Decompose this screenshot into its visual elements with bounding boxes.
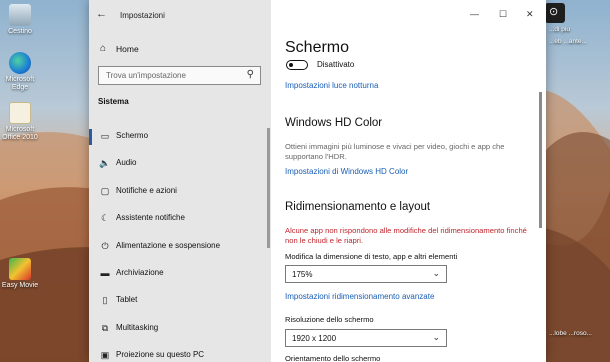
tablet-icon: ▯ [102, 295, 108, 306]
advanced-scaling-link[interactable]: Impostazioni ridimensionamento avanzate [285, 292, 434, 301]
projection-icon: ▣ [100, 350, 110, 361]
power-icon: ⏻ [101, 240, 109, 251]
desktop-icon-easy-movie[interactable]: Easy Movie [0, 258, 42, 290]
sidebar-item-label: Schermo [116, 131, 149, 140]
main-content: — ☐ ✕ Schermo Disattivato Impostazioni l… [271, 0, 546, 362]
sidebar-item-label: Multitasking [116, 322, 159, 332]
sidebar-item-assistente[interactable]: ☾ Assistente notifiche [89, 206, 271, 233]
monitor-icon: ▭ [100, 131, 110, 141]
storage-icon: ▬ [100, 267, 110, 278]
home-link[interactable]: ⌂ Home [89, 39, 271, 59]
scale-value: 175% [292, 270, 313, 279]
sidebar-item-label: Audio [116, 158, 137, 168]
sidebar-item-label: Alimentazione e sospensione [116, 240, 221, 250]
scaling-warning: Alcune app non rispondono alle modifiche… [285, 226, 527, 245]
multitasking-icon: ⧉ [101, 322, 109, 333]
resolution-value: 1920 x 1200 [292, 334, 337, 343]
desktop-icon-label: Easy Movie [1, 282, 39, 289]
night-light-settings-link[interactable]: Impostazioni luce notturna [285, 81, 378, 90]
resolution-label: Risoluzione dello schermo [285, 315, 374, 324]
sidebar-item-archiviazione[interactable]: ▬ Archiviazione [89, 261, 271, 288]
sidebar-item-label: Archiviazione [116, 267, 164, 277]
sidebar: ← Impostazioni ⌂ Home Trova un'impostazi… [89, 0, 271, 362]
sidebar-item-label: Assistente notifiche [116, 213, 185, 223]
section-title: Sistema [98, 97, 129, 106]
sidebar-item-label: Tablet [116, 295, 138, 305]
orientation-label: Orientamento dello schermo [285, 354, 381, 362]
desktop-right-label: ...di piu [549, 26, 570, 33]
desktop-icon-label: Microsoft Edge [5, 76, 35, 91]
user-circle-icon: ⊙ [549, 6, 559, 18]
desktop-icon-office[interactable]: Microsoft Office 2010 [0, 102, 42, 142]
desktop-icon-edge[interactable]: Microsoft Edge [0, 52, 42, 92]
recycle-bin-icon [9, 4, 31, 26]
speaker-icon: 🔈 [99, 158, 111, 169]
night-light-state: Disattivato [317, 60, 355, 69]
desktop-icon-recycle-bin[interactable]: Cestino [0, 4, 42, 36]
hdr-description: Ottieni immagini più luminose e vivaci p… [285, 142, 505, 161]
hdr-settings-link[interactable]: Impostazioni di Windows HD Color [285, 167, 408, 176]
night-light-toggle[interactable] [286, 60, 308, 70]
office-icon [9, 102, 31, 124]
sidebar-item-label: Notifiche e azioni [116, 185, 177, 195]
notification-icon: ▢ [100, 185, 110, 196]
desktop-icon-label: Cestino [8, 28, 32, 35]
sidebar-item-schermo[interactable]: ▭ Schermo [89, 124, 271, 151]
desktop-account-icon[interactable]: ⊙ [545, 3, 565, 23]
chevron-down-icon: ⌄ [432, 332, 440, 342]
sidebar-item-proiezione[interactable]: ▣ Proiezione su questo PC [89, 343, 271, 362]
maximize-button[interactable]: ☐ [499, 9, 507, 20]
desktop-right-label: ...eb ...ante... [549, 38, 587, 45]
sidebar-item-audio[interactable]: 🔈 Audio [89, 151, 271, 178]
scale-dropdown[interactable]: 175% ⌄ [285, 265, 447, 283]
sidebar-item-label: Proiezione su questo PC [116, 350, 205, 360]
scale-label: Modifica la dimensione di testo, app e a… [285, 252, 458, 261]
chevron-down-icon: ⌄ [432, 268, 440, 278]
sidebar-item-alimentazione[interactable]: ⏻ Alimentazione e sospensione [89, 234, 271, 261]
sidebar-item-notifiche[interactable]: ▢ Notifiche e azioni [89, 179, 271, 206]
resolution-dropdown[interactable]: 1920 x 1200 ⌄ [285, 329, 447, 347]
sidebar-item-tablet[interactable]: ▯ Tablet [89, 288, 271, 315]
settings-window: ← Impostazioni ⌂ Home Trova un'impostazi… [89, 0, 546, 362]
hdr-heading: Windows HD Color [285, 117, 383, 129]
minimize-button[interactable]: — [470, 9, 479, 19]
desktop-right-label: ...lobe ...roso... [549, 330, 592, 337]
window-controls: — ☐ ✕ [456, 0, 546, 30]
desktop-icon-label: Microsoft Office 2010 [2, 126, 38, 141]
search-icon: ⚲ [246, 69, 254, 80]
sidebar-item-multitasking[interactable]: ⧉ Multitasking [89, 316, 271, 343]
easy-movie-icon [9, 258, 31, 280]
close-button[interactable]: ✕ [526, 9, 534, 20]
main-scrollbar[interactable] [539, 92, 542, 228]
title-bar: ← Impostazioni [89, 0, 271, 32]
window-title: Impostazioni [120, 11, 165, 20]
sidebar-nav: ▭ Schermo 🔈 Audio ▢ Notifiche e azioni ☾… [89, 124, 271, 362]
edge-icon [9, 52, 31, 74]
scaling-heading: Ridimensionamento e layout [285, 201, 431, 213]
search-placeholder: Trova un'impostazione [106, 71, 186, 80]
moon-icon: ☾ [100, 213, 110, 224]
home-label: Home [116, 44, 139, 54]
sidebar-scrollbar[interactable] [267, 128, 270, 248]
page-title: Schermo [285, 39, 350, 56]
home-icon: ⌂ [100, 43, 107, 54]
back-arrow-icon[interactable]: ← [96, 8, 110, 22]
search-input[interactable]: Trova un'impostazione ⚲ [98, 66, 261, 85]
